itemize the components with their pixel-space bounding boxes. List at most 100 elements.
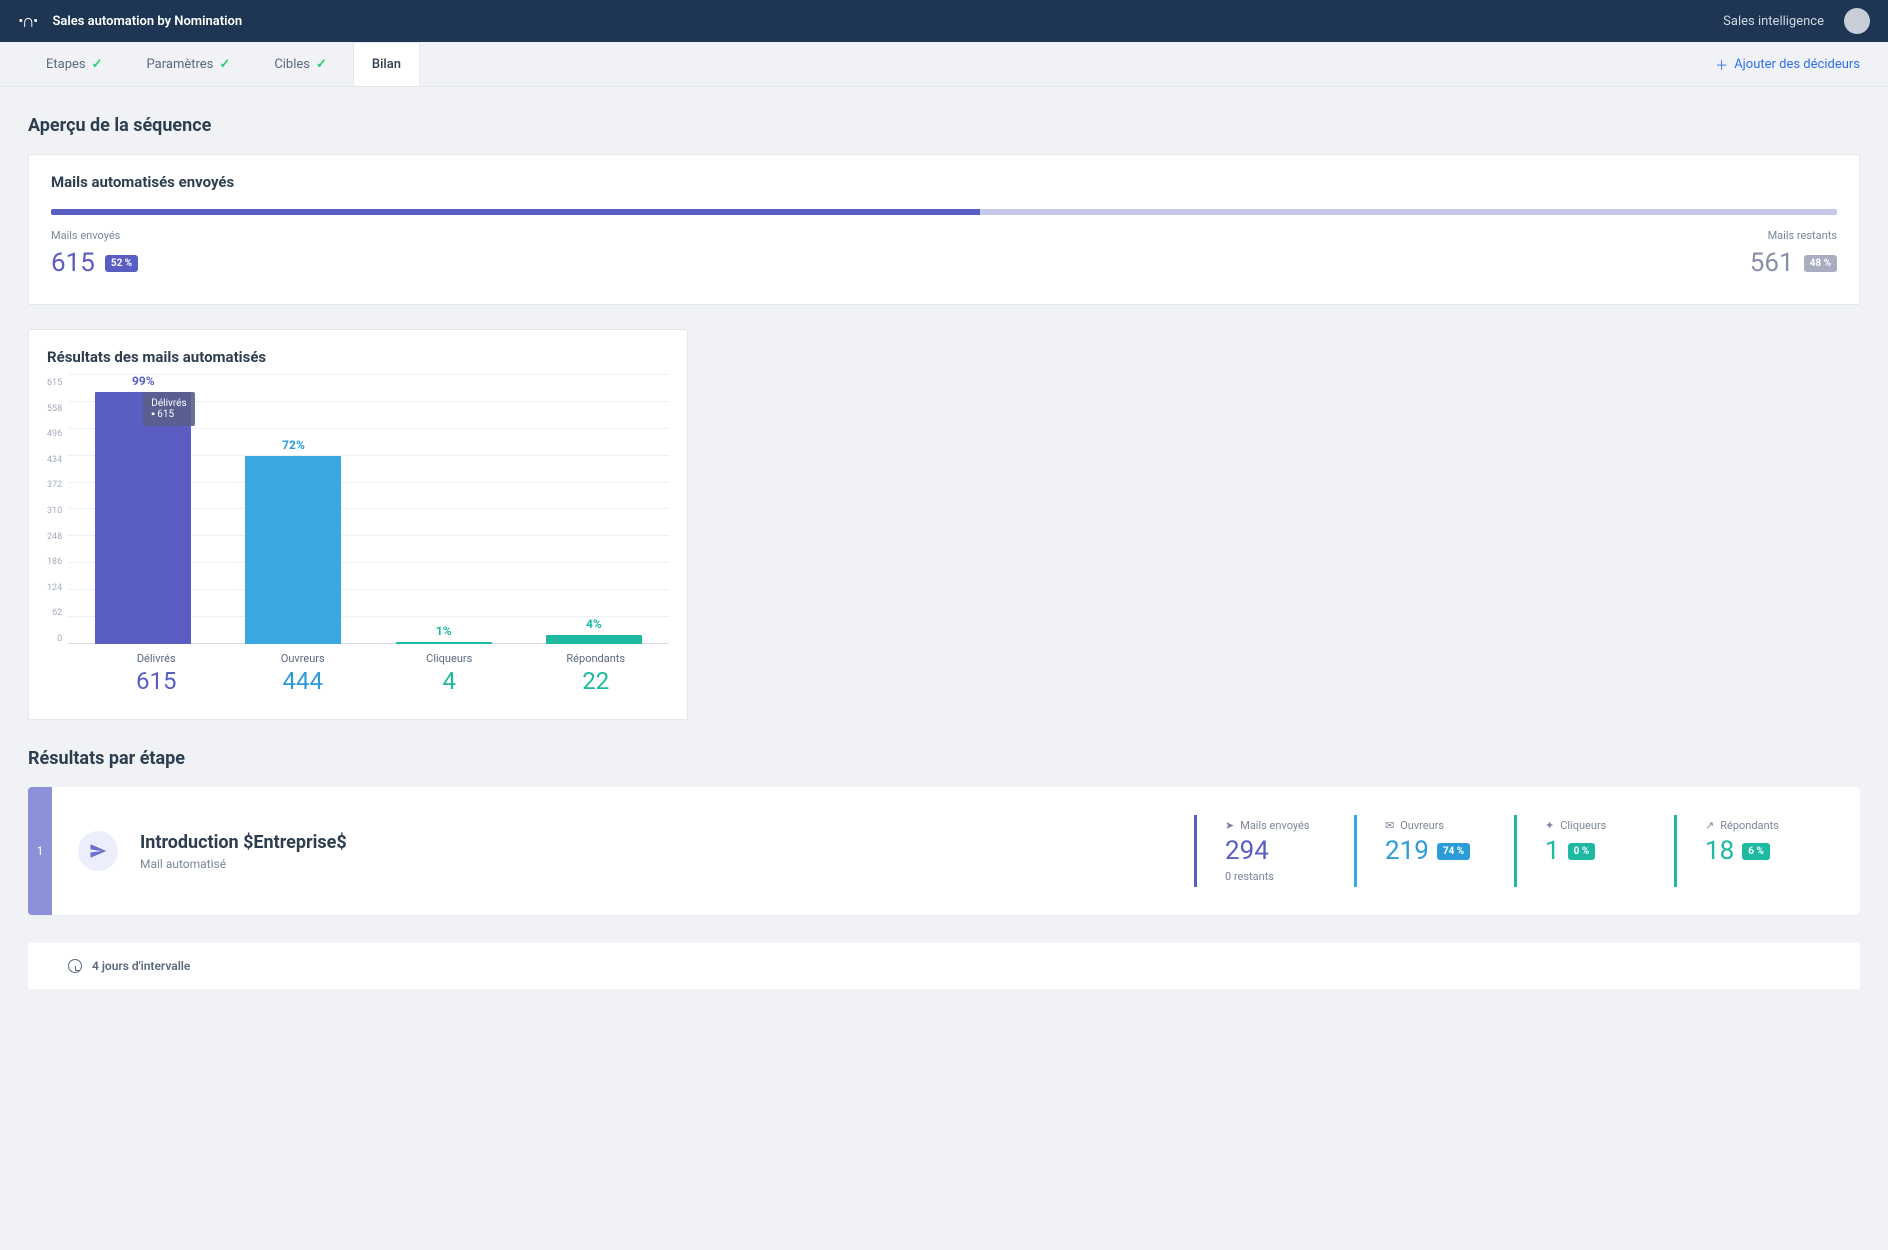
metric-label: ✦Cliqueurs bbox=[1545, 819, 1646, 832]
x-col: Ouvreurs 444 bbox=[236, 644, 371, 695]
y-tick: 558 bbox=[47, 404, 62, 414]
bar-délivrés: 99% Délivrés▪ 615 bbox=[74, 374, 212, 644]
bar-répondants: 4% bbox=[525, 374, 663, 644]
tabs-row: Etapes ✓ Paramètres ✓ Cibles ✓ Bilan ＋ Ajouter… bbox=[0, 42, 1888, 87]
metric-répondants: ↗Répondants 18 6 % bbox=[1674, 815, 1834, 887]
metric-label: ↗Répondants bbox=[1705, 819, 1806, 832]
top-bar: ⋅∩⋅ Sales automation by Nomination Sales… bbox=[0, 0, 1888, 42]
progress-bar bbox=[51, 209, 1837, 215]
avatar[interactable] bbox=[1844, 8, 1870, 34]
tab-label: Paramètres bbox=[147, 57, 214, 72]
y-tick: 372 bbox=[47, 480, 62, 490]
metric-icon: ↗ bbox=[1705, 819, 1714, 832]
overview-title: Aperçu de la séquence bbox=[28, 115, 1860, 136]
x-category: Ouvreurs bbox=[236, 652, 371, 665]
interval-row: 4 jours d'intervalle bbox=[28, 943, 1860, 989]
metric-cliqueurs: ✦Cliqueurs 1 0 % bbox=[1514, 815, 1674, 887]
plus-icon: ＋ bbox=[1715, 55, 1728, 74]
chart-plot: 99% Délivrés▪ 615 72% 1% 4% bbox=[68, 374, 669, 644]
y-tick: 186 bbox=[47, 557, 62, 567]
tab-label: Etapes bbox=[46, 57, 86, 72]
metric-value: 18 bbox=[1705, 836, 1734, 866]
mails-sent-label: Mails envoyés bbox=[51, 229, 138, 242]
progress-fill bbox=[51, 209, 980, 215]
bar-ouvreurs: 72% bbox=[224, 374, 362, 644]
mails-sent-value: 615 bbox=[51, 248, 95, 278]
bar bbox=[396, 642, 492, 644]
y-tick: 0 bbox=[47, 634, 62, 644]
tab-paramètres[interactable]: Paramètres ✓ bbox=[129, 42, 249, 86]
bar bbox=[546, 635, 642, 644]
add-deciders-label: Ajouter des décideurs bbox=[1734, 57, 1860, 72]
mails-remaining-label: Mails restants bbox=[1750, 229, 1837, 242]
chart-x-axis: Délivrés 615 Ouvreurs 444 Cliqueurs 4 Répondan… bbox=[83, 644, 669, 695]
check-icon: ✓ bbox=[316, 57, 327, 72]
x-category: Cliqueurs bbox=[382, 652, 517, 665]
metric-ouvreurs: ✉Ouvreurs 219 74 % bbox=[1354, 815, 1514, 887]
metric-label: ➤Mails envoyés bbox=[1225, 819, 1326, 832]
app-logo: ⋅∩⋅ bbox=[18, 11, 36, 32]
y-tick: 62 bbox=[47, 608, 62, 618]
tab-cibles[interactable]: Cibles ✓ bbox=[256, 42, 345, 86]
y-tick: 615 bbox=[47, 378, 62, 388]
step-index: 1 bbox=[28, 787, 52, 915]
x-col: Délivrés 615 bbox=[89, 644, 224, 695]
mails-remaining-value: 561 bbox=[1750, 248, 1794, 278]
x-col: Cliqueurs 4 bbox=[382, 644, 517, 695]
tab-label: Bilan bbox=[372, 57, 401, 72]
metric-value: 1 bbox=[1545, 836, 1560, 866]
step-subtitle: Mail automatisé bbox=[140, 857, 347, 871]
results-chart-title: Résultats des mails automatisés bbox=[47, 348, 669, 366]
tab-etapes[interactable]: Etapes ✓ bbox=[28, 42, 121, 86]
metric-badge: 0 % bbox=[1568, 843, 1596, 860]
bar-pct-label: 1% bbox=[436, 624, 452, 638]
check-icon: ✓ bbox=[219, 57, 230, 72]
x-value: 444 bbox=[236, 667, 371, 695]
metric-value: 294 bbox=[1225, 836, 1269, 866]
check-icon: ✓ bbox=[92, 57, 103, 72]
x-category: Répondants bbox=[529, 652, 664, 665]
bar-pct-label: 72% bbox=[282, 438, 305, 452]
bar-pct-label: 99% bbox=[132, 374, 155, 388]
mails-remaining-pct-badge: 48 % bbox=[1804, 255, 1837, 272]
x-value: 615 bbox=[89, 667, 224, 695]
x-value: 4 bbox=[382, 667, 517, 695]
interval-label: 4 jours d'intervalle bbox=[92, 959, 190, 973]
sales-intelligence-link[interactable]: Sales intelligence bbox=[1723, 14, 1824, 29]
metric-icon: ✦ bbox=[1545, 819, 1554, 832]
add-deciders-button[interactable]: ＋ Ajouter des décideurs bbox=[1715, 55, 1860, 74]
x-category: Délivrés bbox=[89, 652, 224, 665]
chart-y-axis: 615558496434372310248186124620 bbox=[47, 374, 68, 644]
sent-mails-card: Mails automatisés envoyés Mails envoyés … bbox=[28, 154, 1860, 305]
y-tick: 310 bbox=[47, 506, 62, 516]
y-tick: 248 bbox=[47, 532, 62, 542]
results-chart-card: Résultats des mails automatisés 61555849… bbox=[28, 329, 688, 720]
tab-label: Cibles bbox=[274, 57, 310, 72]
tab-bilan[interactable]: Bilan bbox=[353, 42, 420, 86]
metric-badge: 74 % bbox=[1437, 843, 1470, 860]
y-tick: 496 bbox=[47, 429, 62, 439]
sent-mails-title: Mails automatisés envoyés bbox=[51, 173, 1837, 191]
bar bbox=[95, 392, 191, 644]
metric-label: ✉Ouvreurs bbox=[1385, 819, 1486, 832]
paper-plane-icon bbox=[78, 831, 118, 871]
chart-tooltip: Délivrés▪ 615 bbox=[143, 392, 194, 426]
app-title: Sales automation by Nomination bbox=[52, 14, 242, 29]
metric-icon: ➤ bbox=[1225, 819, 1234, 832]
x-value: 22 bbox=[529, 667, 664, 695]
bar-cliqueurs: 1% bbox=[375, 374, 513, 644]
metric-icon: ✉ bbox=[1385, 819, 1394, 832]
metric-sub: 0 restants bbox=[1225, 870, 1326, 883]
x-col: Répondants 22 bbox=[529, 644, 664, 695]
metric-value: 219 bbox=[1385, 836, 1429, 866]
step-name: Introduction $Entreprise$ bbox=[140, 832, 347, 853]
step-card[interactable]: 1 Introduction $Entreprise$ Mail automat… bbox=[28, 787, 1860, 915]
per-step-title: Résultats par étape bbox=[28, 748, 1860, 769]
bar bbox=[245, 456, 341, 644]
metric-mails-envoyés: ➤Mails envoyés 294 0 restants bbox=[1194, 815, 1354, 887]
mails-sent-pct-badge: 52 % bbox=[105, 255, 138, 272]
bar-pct-label: 4% bbox=[586, 617, 602, 631]
clock-icon bbox=[68, 959, 82, 973]
y-tick: 124 bbox=[47, 583, 62, 593]
metric-badge: 6 % bbox=[1742, 843, 1770, 860]
